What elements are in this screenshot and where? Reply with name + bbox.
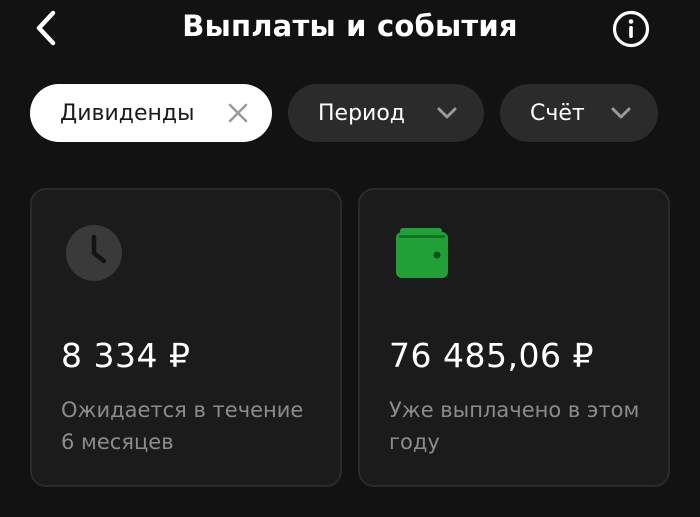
paid-description: Уже выплачено в этом году: [389, 398, 640, 454]
filter-chip-label: Период: [318, 100, 406, 126]
header: Выплаты и события: [0, 0, 700, 56]
filter-chip-period[interactable]: Период: [288, 84, 484, 142]
info-button[interactable]: [610, 8, 652, 50]
filter-chip-dividends[interactable]: Дивиденды: [30, 84, 272, 142]
clear-filter-button[interactable]: [226, 101, 250, 125]
paid-this-year-card[interactable]: 76 485,06 ₽ Уже выплачено в этом году: [358, 188, 670, 487]
wallet-icon: [396, 228, 448, 284]
screen: Выплаты и события Дивиденды Период Счёт …: [0, 0, 700, 517]
filter-chip-label: Счёт: [530, 100, 585, 126]
chevron-down-icon: [437, 107, 457, 119]
filter-chips: Дивиденды Период Счёт: [30, 84, 658, 144]
expected-amount: 8 334 ₽: [61, 336, 191, 375]
filter-chip-account[interactable]: Счёт: [500, 84, 658, 142]
chevron-down-icon: [611, 107, 631, 119]
expected-payouts-card[interactable]: 8 334 ₽ Ожидается в течение 6 месяцев: [30, 188, 342, 487]
info-icon: [612, 10, 650, 48]
expected-description: Ожидается в течение 6 месяцев: [61, 398, 304, 454]
clock-icon: [65, 224, 123, 286]
close-icon: [228, 103, 248, 123]
filter-chip-label: Дивиденды: [60, 100, 195, 126]
page-title: Выплаты и события: [182, 9, 518, 43]
paid-amount: 76 485,06 ₽: [389, 336, 594, 375]
